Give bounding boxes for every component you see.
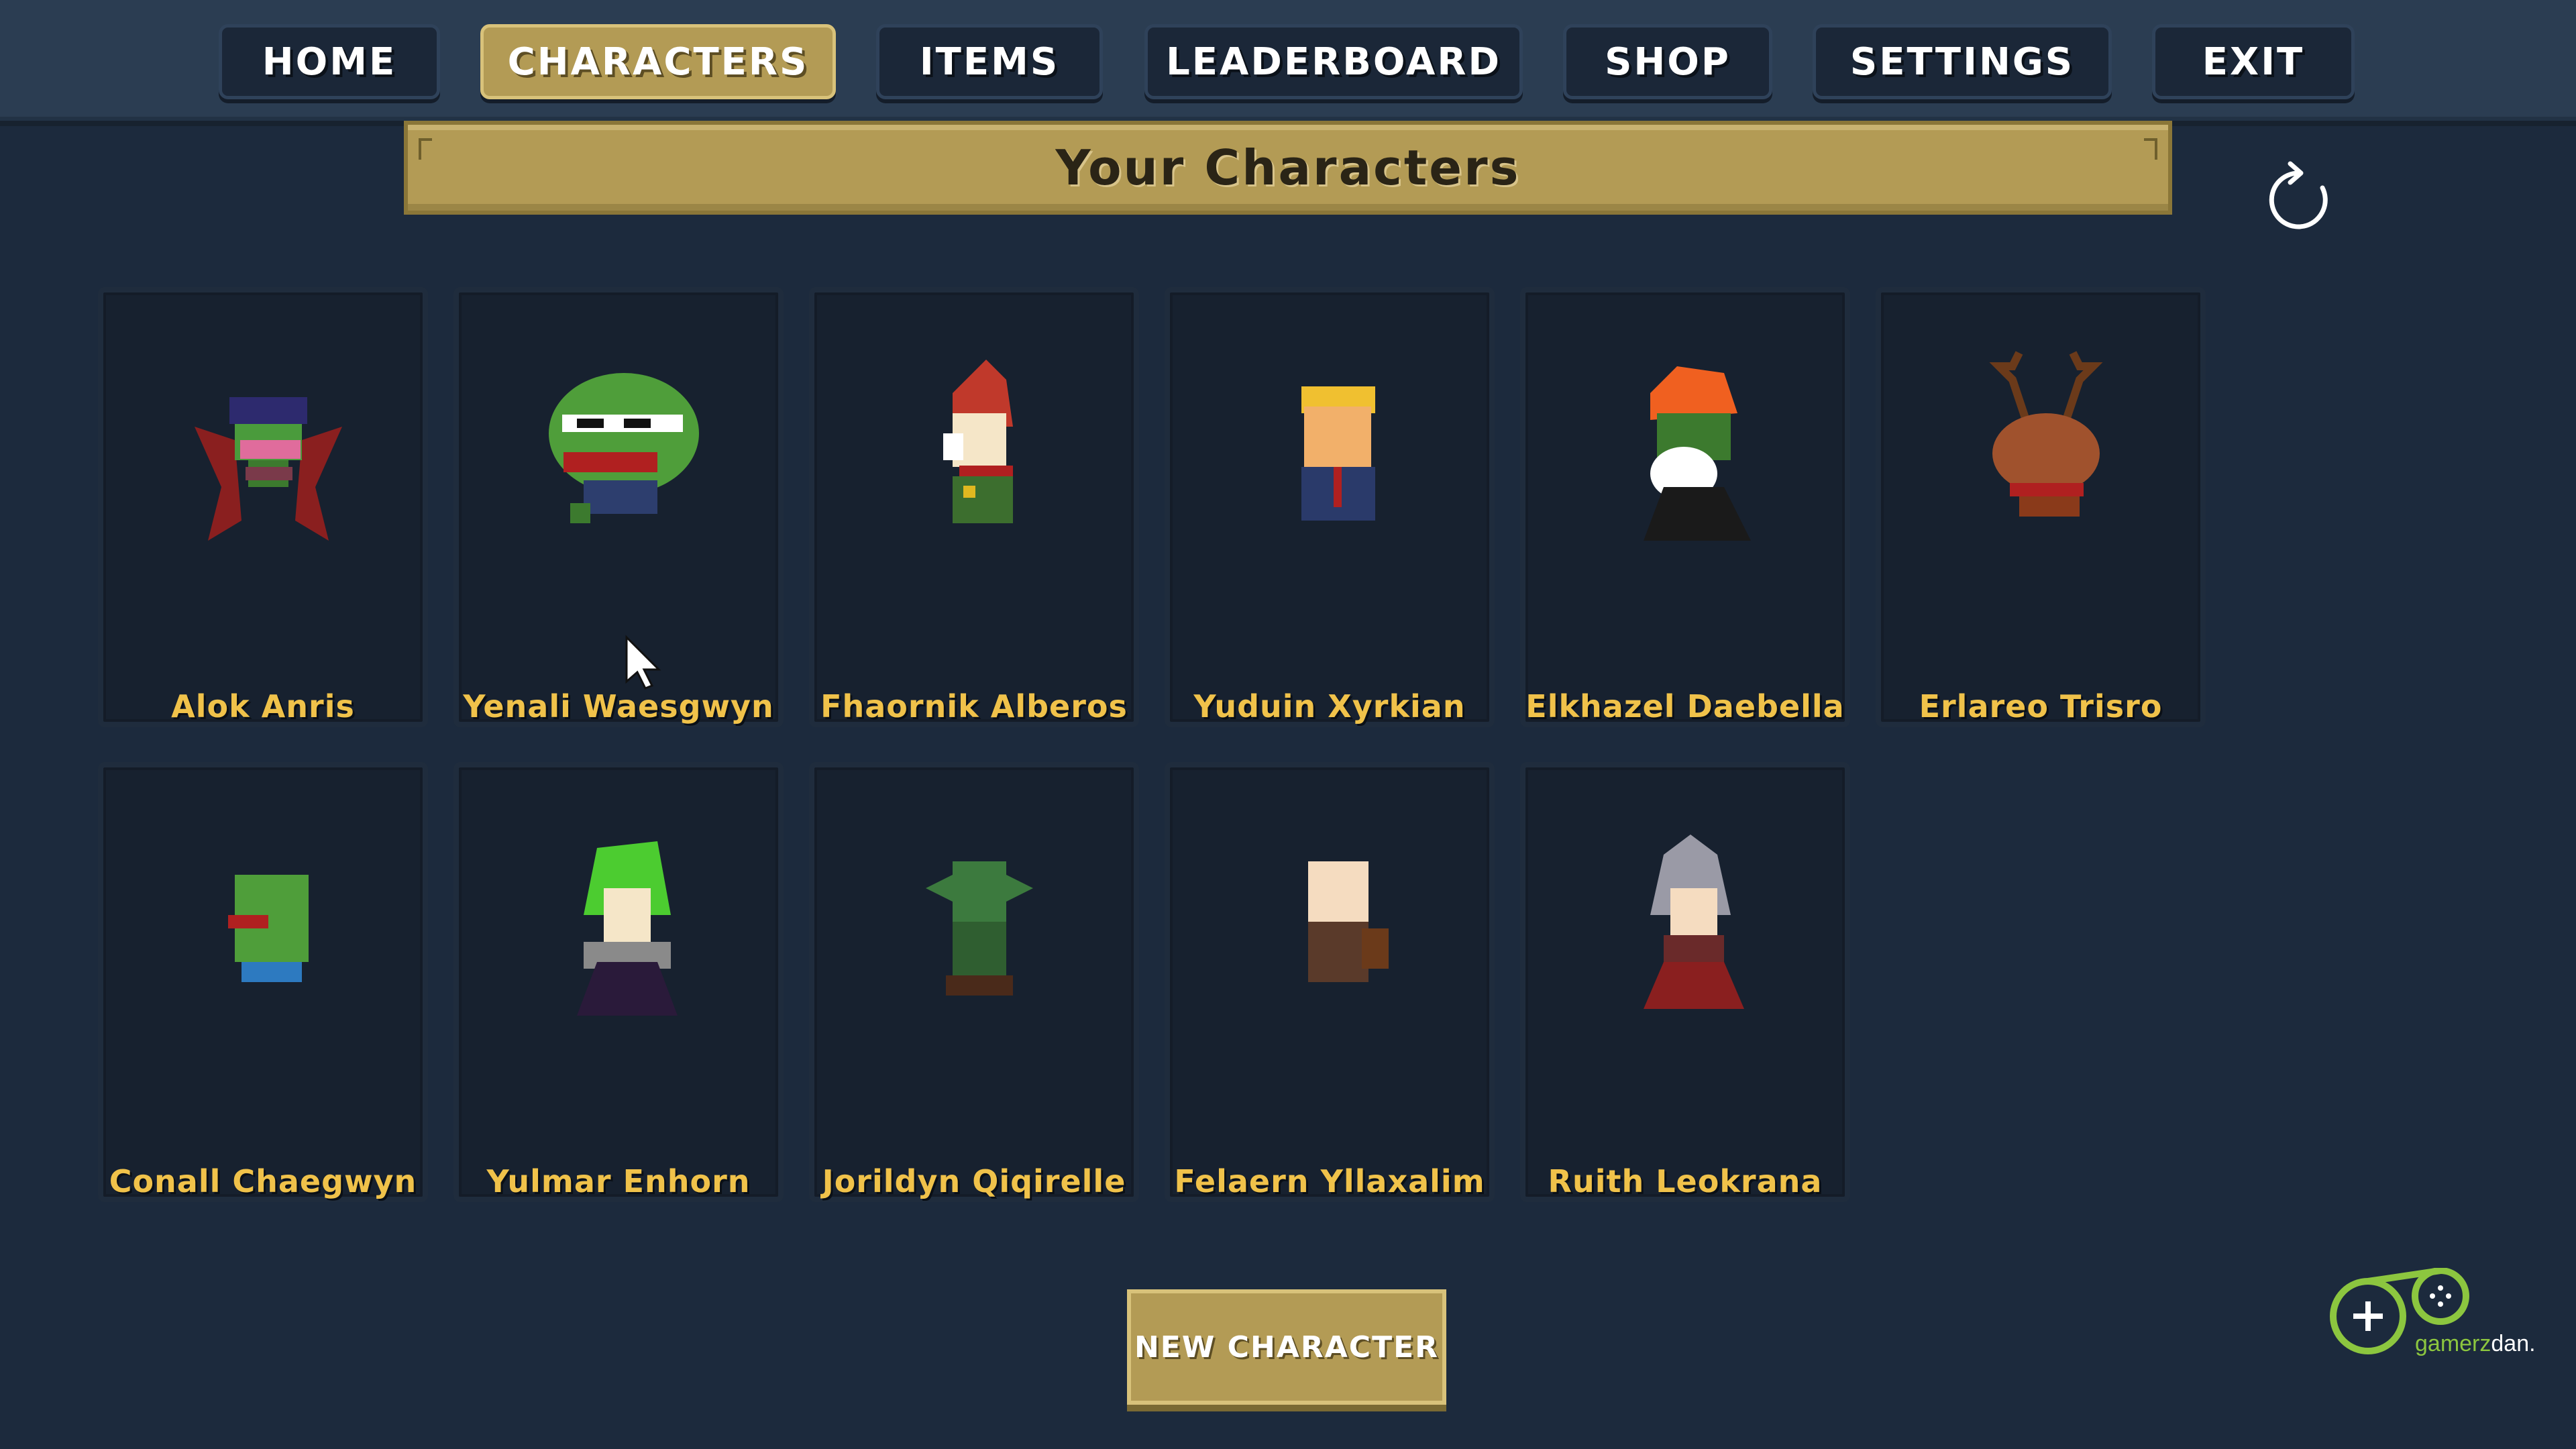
character-name: Yulmar Enhorn xyxy=(486,1163,751,1199)
character-card[interactable]: Erlareo Trisro xyxy=(1876,287,2206,727)
character-name: Yuduin Xyrkian xyxy=(1193,688,1466,724)
nav-items-button[interactable]: ITEMS xyxy=(876,24,1103,99)
character-name: Erlareo Trisro xyxy=(1919,688,2163,724)
character-card[interactable]: Fhaornik Alberos xyxy=(809,287,1139,727)
character-name: Yenali Waesgwyn xyxy=(463,688,774,724)
character-card[interactable]: Elkhazel Daebella xyxy=(1520,287,1850,727)
banner-corner-ornament xyxy=(2144,138,2157,160)
nav-home-button[interactable]: HOME xyxy=(219,24,440,99)
character-card[interactable]: Yenali Waesgwyn xyxy=(453,287,784,727)
gnome-red-hair-sprite xyxy=(943,360,1013,523)
nav-shop-button[interactable]: SHOP xyxy=(1563,24,1772,99)
green-frog-sprite xyxy=(228,875,309,982)
character-name: Alok Anris xyxy=(171,688,355,724)
character-card[interactable]: Jorildyn Qiqirelle xyxy=(809,762,1139,1202)
frog-vampire-sprite xyxy=(195,397,342,541)
mouse-cursor-icon xyxy=(625,635,661,690)
character-name: Felaern Yllaxalim xyxy=(1174,1163,1485,1199)
refresh-icon[interactable] xyxy=(2261,161,2336,236)
character-card[interactable]: Ruith Leokrana xyxy=(1520,762,1850,1202)
character-name: Jorildyn Qiqirelle xyxy=(822,1163,1126,1199)
top-nav-bar: HOME CHARACTERS ITEMS LEADERBOARD SHOP S… xyxy=(0,0,2576,121)
new-character-button[interactable]: NEW CHARACTER xyxy=(1127,1289,1446,1405)
nav-characters-button[interactable]: CHARACTERS xyxy=(480,24,836,99)
antlered-deer-sprite xyxy=(1989,351,2103,517)
page-title-banner: Your Characters xyxy=(404,121,2172,215)
green-goblin-sprite xyxy=(926,861,1033,996)
banner-corner-ornament xyxy=(419,138,432,160)
orange-haired-bearded-orc-sprite xyxy=(1644,366,1751,541)
nav-settings-button[interactable]: SETTINGS xyxy=(1813,24,2112,99)
character-card[interactable]: Conall Chaegwyn xyxy=(98,762,428,1202)
character-name: Ruith Leokrana xyxy=(1548,1163,1823,1199)
green-haired-mage-sprite xyxy=(577,841,678,1016)
character-name: Fhaornik Alberos xyxy=(820,688,1128,724)
character-card[interactable]: Yulmar Enhorn xyxy=(453,762,784,1202)
page-title: Your Characters xyxy=(1055,140,1521,196)
logo-suffix-text: dan. xyxy=(2491,1331,2536,1356)
logo-wordmark: gamerzdan. xyxy=(2415,1331,2536,1357)
silver-helmet-warrior-sprite xyxy=(1644,835,1744,1009)
character-card[interactable]: Yuduin Xyrkian xyxy=(1165,287,1495,727)
character-name: Conall Chaegwyn xyxy=(109,1163,417,1199)
character-card[interactable]: Felaern Yllaxalim xyxy=(1165,762,1495,1202)
character-name: Elkhazel Daebella xyxy=(1525,688,1845,724)
blond-suit-man-sprite xyxy=(1301,386,1375,521)
nav-leaderboard-button[interactable]: LEADERBOARD xyxy=(1144,24,1523,99)
character-card[interactable]: Alok Anris xyxy=(98,287,428,727)
bald-warrior-sprite xyxy=(1308,861,1389,982)
frog-with-sunglasses-sprite xyxy=(549,373,699,523)
logo-brand-text: gamerz xyxy=(2415,1331,2491,1356)
nav-exit-button[interactable]: EXIT xyxy=(2152,24,2355,99)
